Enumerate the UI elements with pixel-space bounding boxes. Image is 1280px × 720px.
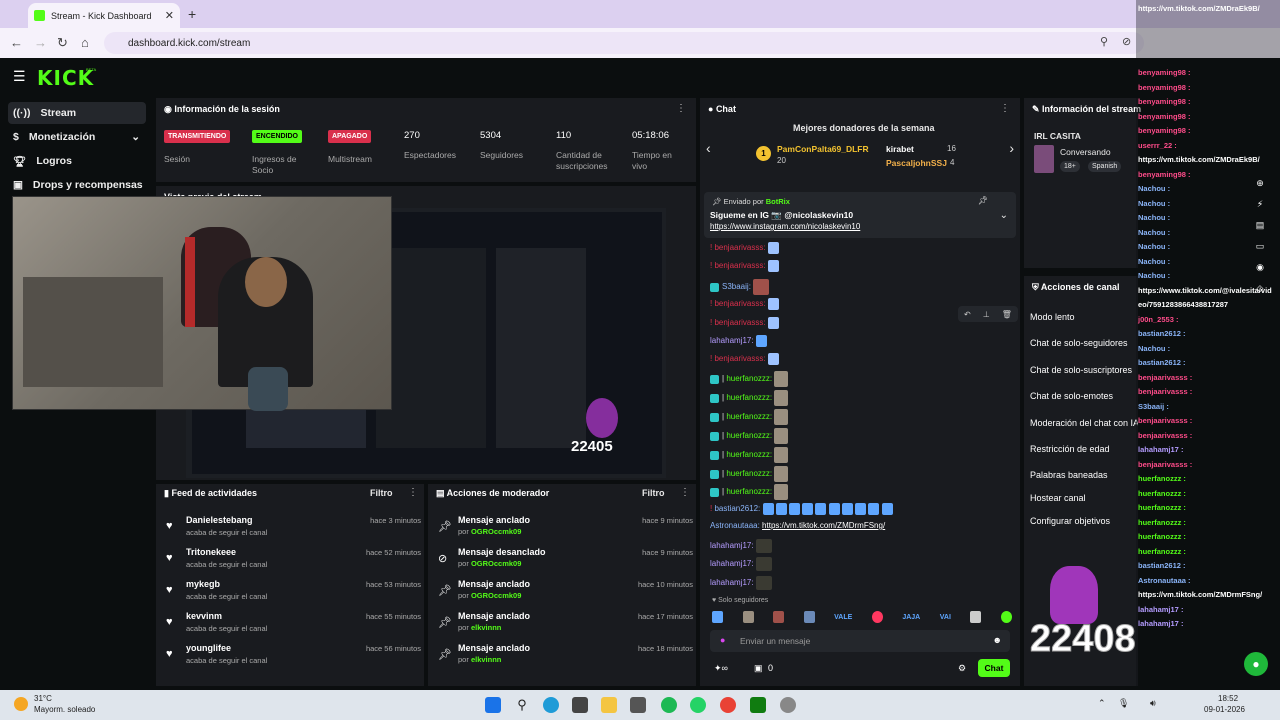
forward-icon[interactable]: → xyxy=(34,35,47,50)
overlay-chat-line: huerfanozzz : xyxy=(1138,503,1186,512)
close-tab-icon[interactable]: ✕ xyxy=(165,9,174,22)
list-icon[interactable]: ▤ xyxy=(1256,220,1265,231)
weather-icon xyxy=(14,697,28,711)
windows-start-icon[interactable] xyxy=(485,697,501,713)
overlay-chat-line: Nachou : xyxy=(1138,256,1171,266)
ticket-icon[interactable]: ◇ xyxy=(1257,283,1264,294)
overlay-chat-line: lahahamj17 : xyxy=(1138,619,1184,628)
browser-tab[interactable]: Stream - Kick Dashboard ✕ xyxy=(28,3,180,28)
kick-favicon-icon xyxy=(34,10,45,21)
overlay-chat-line: eo/7591283866438817287 xyxy=(1138,300,1229,309)
search-icon[interactable]: ⚲ xyxy=(514,697,530,713)
xbox-icon[interactable] xyxy=(750,697,766,713)
overlay-chat-line: huerfanozzz : xyxy=(1138,517,1186,527)
overlay-chat-line: benjaarivasss : xyxy=(1138,387,1193,396)
overlay-chat-line: lahahamj17 : xyxy=(1138,604,1184,614)
praying-hands-icon xyxy=(1050,566,1098,624)
overlay-chat-line: benyaming98 : xyxy=(1138,82,1191,92)
tab-title: Stream - Kick Dashboard xyxy=(51,10,152,21)
overlay-chat-line: benyaming98 : xyxy=(1138,111,1191,121)
zoom-icon[interactable]: ⚲ xyxy=(1100,35,1108,48)
overlay-chat-line: https://vm.tiktok.com/ZMDraEk9B/ xyxy=(1138,155,1260,164)
chrome-icon[interactable] xyxy=(720,697,736,713)
volume-icon[interactable]: 🔊︎ xyxy=(1150,698,1156,709)
overlay-chat-line: benjaarivasss : xyxy=(1138,430,1193,440)
overlay-chat-line: Nachou : xyxy=(1138,271,1171,280)
folder-icon[interactable] xyxy=(601,697,617,713)
overlay-chat-line: benyaming98 : xyxy=(1138,97,1191,106)
overlay-chat-line: Nachou : xyxy=(1138,343,1171,353)
url-text: dashboard.kick.com/stream xyxy=(128,37,251,49)
app-icon[interactable] xyxy=(630,697,646,713)
browser-tab-bar: Stream - Kick Dashboard ✕ + xyxy=(0,0,1280,28)
tray-chevron-icon[interactable]: ⌃ xyxy=(1098,698,1106,709)
home-icon[interactable]: ⌂ xyxy=(81,35,89,50)
clock-time[interactable]: 18:52 xyxy=(1218,694,1238,703)
weather-text[interactable]: Mayorm. soleado xyxy=(34,705,95,714)
overlay-chat-line: huerfanozzz : xyxy=(1138,474,1186,483)
clock-date[interactable]: 09-01-2026 xyxy=(1204,705,1245,714)
reload-icon[interactable]: ↻ xyxy=(57,35,68,51)
plus-icon[interactable]: ⊕ xyxy=(1256,178,1264,189)
overlay-chat-line: bastian2612 : xyxy=(1138,329,1186,338)
overlay-chat-line: bastian2612 : xyxy=(1138,561,1186,570)
eye-off-icon[interactable]: ⊘ xyxy=(1122,35,1131,48)
overlay-chat-line: Astronautaaa : xyxy=(1138,575,1191,585)
windows-taskbar: 31°C Mayorm. soleado ⚲ ⌃ 🎙︎ 🔊︎ 18:52 09-… xyxy=(0,690,1280,720)
overlay-chat-line: lahahamj17 : xyxy=(1138,445,1184,454)
overlay-chat-line: benjaarivasss : xyxy=(1138,459,1193,469)
overlay-chat-line: Nachou : xyxy=(1138,184,1171,193)
overlay-chat-line: j00n_2553 : xyxy=(1138,314,1179,324)
chat-bubble-icon[interactable]: ● xyxy=(1244,652,1268,676)
spotify-icon[interactable] xyxy=(661,697,677,713)
address-bar-row: ← → ↻ ⌂ dashboard.kick.com/stream ⚲ ⊘ xyxy=(0,28,1280,58)
bolt-icon[interactable]: ⚡︎ xyxy=(1257,199,1263,210)
overlay-chat-line: benjaarivasss : xyxy=(1138,372,1193,382)
store-icon[interactable] xyxy=(572,697,588,713)
temperature[interactable]: 31°C xyxy=(34,694,52,703)
edge-icon[interactable] xyxy=(543,697,559,713)
overlay-chat-line: benyaming98 : xyxy=(1138,68,1191,77)
whatsapp-icon[interactable] xyxy=(690,697,706,713)
overlay-chat-line: https://vm.tiktok.com/ZMDrmFSng/ xyxy=(1138,590,1263,599)
overlay-chat-line: huerfanozzz : xyxy=(1138,546,1186,556)
overlay-chat-line: benyaming98 : xyxy=(1138,126,1191,135)
new-tab-icon[interactable]: + xyxy=(188,6,196,22)
overlay-chat-line: benjaarivasss : xyxy=(1138,416,1193,425)
mic-icon[interactable]: 🎙︎ xyxy=(1118,698,1129,709)
overlay-chat-line: userrr_22 : xyxy=(1138,140,1177,150)
url-input[interactable]: dashboard.kick.com/stream xyxy=(104,32,1144,54)
overlay-chat-line: benyaming98 : xyxy=(1138,169,1191,179)
overlay-icon-column: ⊕ ⚡︎ ▤ ▭ ◉ ◇ xyxy=(1250,178,1270,358)
overlay-chat-line: bastian2612 : xyxy=(1138,358,1186,367)
overlay-chat-line: huerfanozzz : xyxy=(1138,532,1186,541)
overlay-chat-line: S3baaij : xyxy=(1138,401,1169,411)
overlay-chat-line: Nachou : xyxy=(1138,242,1171,251)
overlay-chat-line: huerfanozzz : xyxy=(1138,488,1186,498)
overlay-chat-line: Nachou : xyxy=(1138,213,1171,222)
overlay-chat-line: Nachou : xyxy=(1138,227,1171,237)
broadcast-icon[interactable]: ◉ xyxy=(1256,262,1264,273)
overlay-chat-line: Nachou : xyxy=(1138,198,1171,208)
overlay-link: https://vm.tiktok.com/ZMDraEk9B/ xyxy=(1138,4,1260,13)
chat-icon[interactable]: ▭ xyxy=(1256,241,1265,252)
app-icon[interactable] xyxy=(780,697,796,713)
overlay-big-count: 22408 xyxy=(1030,618,1137,661)
back-icon[interactable]: ← xyxy=(10,35,23,50)
